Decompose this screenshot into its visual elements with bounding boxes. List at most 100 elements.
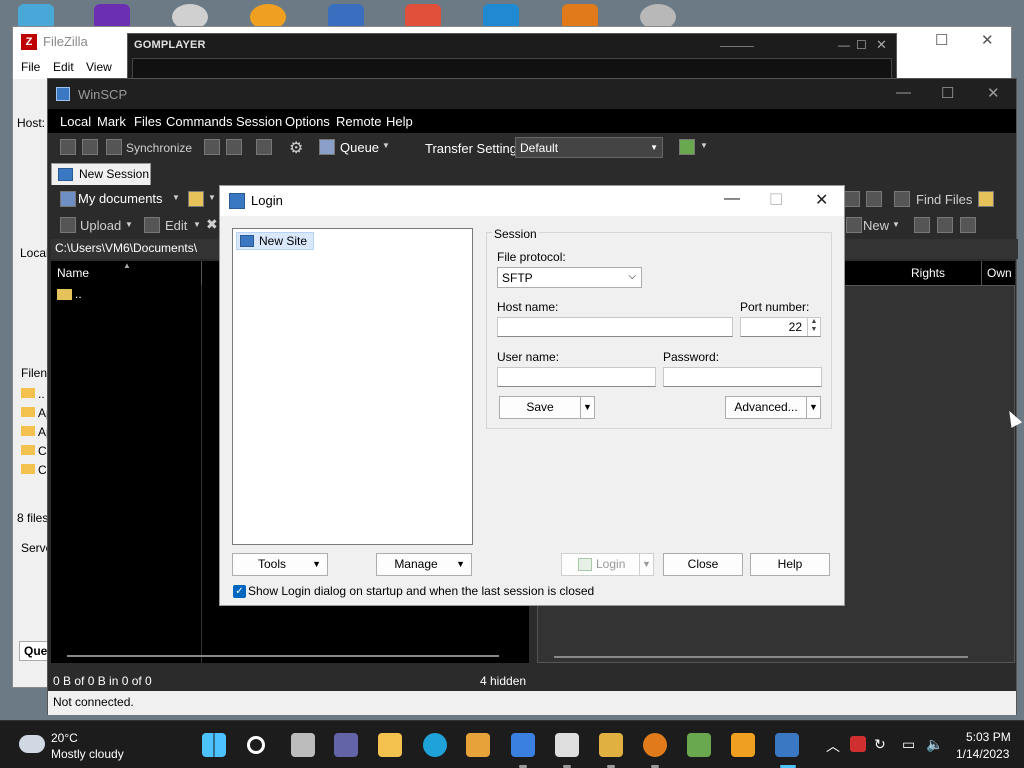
weather-cloud-icon[interactable] <box>19 735 45 753</box>
minimize-button[interactable]: — <box>896 84 911 101</box>
hidden-files-status[interactable]: 4 hidden <box>480 674 526 688</box>
queue-button[interactable]: Queue <box>340 140 379 155</box>
menu-file[interactable]: File <box>21 60 40 74</box>
user-name-input[interactable] <box>497 367 656 387</box>
weather-temperature[interactable]: 20°C <box>51 731 78 745</box>
menu-edit[interactable]: Edit <box>53 60 74 74</box>
transfer-settings-select[interactable]: Default ▼ <box>515 137 663 158</box>
session-icon[interactable] <box>679 139 695 155</box>
file-explorer-icon[interactable] <box>378 733 402 757</box>
network-icon[interactable]: ▭ <box>902 736 915 753</box>
edit-dropdown-icon[interactable]: ▼ <box>193 220 201 229</box>
toolbar-compare-icon[interactable] <box>60 139 76 155</box>
minimize-button[interactable]: — <box>724 190 740 208</box>
winscp-icon[interactable] <box>775 733 799 757</box>
app-icon[interactable] <box>731 733 755 757</box>
app-icon[interactable] <box>511 733 535 757</box>
column-separator[interactable] <box>201 261 202 285</box>
close-dialog-button[interactable]: Close <box>663 553 743 576</box>
toolbar-icon[interactable] <box>914 217 930 233</box>
column-rights[interactable]: Rights <box>911 266 945 280</box>
synchronize-button[interactable]: Synchronize <box>126 141 192 155</box>
close-icon[interactable]: ✕ <box>876 37 887 53</box>
queue-icon[interactable] <box>319 139 335 155</box>
refresh-icon[interactable] <box>866 191 882 207</box>
upload-dropdown-icon[interactable]: ▼ <box>125 220 133 229</box>
menu-session[interactable]: Session <box>236 114 282 129</box>
startup-checkbox[interactable]: ✓ <box>233 585 246 598</box>
upload-button[interactable]: Upload <box>80 218 121 233</box>
toolbar-icon[interactable] <box>960 217 976 233</box>
volume-icon[interactable]: 🔈 <box>926 736 943 753</box>
home-icon[interactable] <box>844 191 860 207</box>
find-files-icon[interactable] <box>894 191 910 207</box>
save-dropdown-icon[interactable]: ▼ <box>580 397 594 418</box>
app-icon[interactable] <box>687 733 711 757</box>
menu-view[interactable]: View <box>86 60 112 74</box>
edit-icon[interactable] <box>144 217 160 233</box>
new-button[interactable]: New <box>863 218 889 233</box>
app-icon[interactable] <box>599 733 623 757</box>
column-name[interactable]: Name <box>57 266 89 280</box>
login-dialog[interactable]: Login — ☐ ✕ New Site Session File protoc… <box>219 185 845 606</box>
winscp-title-bar[interactable]: WinSCP — ☐ ✕ <box>48 79 1016 109</box>
dropdown-icon[interactable]: ▼ <box>700 141 708 150</box>
minimize-icon[interactable]: — <box>838 38 850 52</box>
new-dropdown-icon[interactable]: ▼ <box>892 220 900 229</box>
maximize-icon[interactable]: ☐ <box>856 38 867 52</box>
site-tree[interactable]: New Site <box>232 228 473 545</box>
host-name-input[interactable] <box>497 317 733 337</box>
weather-description[interactable]: Mostly cloudy <box>51 747 124 761</box>
close-button[interactable]: ✕ <box>987 84 1000 102</box>
tree-icon[interactable] <box>978 191 994 207</box>
port-spinner[interactable]: ▲ ▼ <box>807 318 820 336</box>
horizontal-scrollbar[interactable] <box>554 656 968 658</box>
filename-column[interactable]: Filen <box>21 366 47 380</box>
column-owner[interactable]: Own <box>987 266 1012 280</box>
start-icon[interactable] <box>202 733 226 757</box>
help-button[interactable]: Help <box>750 553 830 576</box>
upload-icon[interactable] <box>60 217 76 233</box>
queue-dropdown-icon[interactable]: ▼ <box>382 141 390 150</box>
chevron-up-icon[interactable]: ︿ <box>826 736 840 756</box>
site-item-new-site[interactable]: New Site <box>236 232 315 250</box>
menu-options[interactable]: Options <box>285 114 330 129</box>
toolbar-icon[interactable] <box>937 217 953 233</box>
volume-slider[interactable] <box>720 46 754 47</box>
menu-mark[interactable]: Mark <box>97 114 126 129</box>
maximize-button[interactable]: ☐ <box>935 31 948 49</box>
menu-commands[interactable]: Commands <box>166 114 232 129</box>
dropdown-icon[interactable]: ▼ <box>208 193 216 202</box>
startup-checkbox-label[interactable]: Show Login dialog on startup and when th… <box>248 584 594 598</box>
sync-icon[interactable]: ↻ <box>874 736 886 753</box>
manage-button[interactable]: Manage ▼ <box>376 553 472 576</box>
synchronize-icon[interactable] <box>106 139 122 155</box>
tray-app-icon[interactable] <box>850 736 866 752</box>
open-folder-icon[interactable] <box>188 191 204 207</box>
port-number-input[interactable]: 22 ▲ ▼ <box>740 317 821 337</box>
clock-time[interactable]: 5:03 PM <box>966 730 1011 744</box>
location-select[interactable]: My documents <box>78 191 163 206</box>
menu-files[interactable]: Files <box>134 114 161 129</box>
find-files-button[interactable]: Find Files <box>916 192 972 207</box>
maximize-button[interactable]: ☐ <box>941 84 954 102</box>
delete-icon[interactable]: ✖ <box>206 216 218 233</box>
toolbar-icon[interactable] <box>204 139 220 155</box>
meet-icon[interactable] <box>334 733 358 757</box>
tools-button[interactable]: Tools ▼ <box>232 553 328 576</box>
search-app-icon[interactable] <box>643 733 667 757</box>
file-item[interactable]: .. <box>21 387 45 401</box>
toolbar-sync-browse-icon[interactable] <box>82 139 98 155</box>
menu-help[interactable]: Help <box>386 114 413 129</box>
tab-new-session[interactable]: New Session <box>51 163 151 185</box>
save-button[interactable]: Save ▼ <box>499 396 595 419</box>
clock-date[interactable]: 1/14/2023 <box>956 747 1009 761</box>
advanced-button[interactable]: Advanced... ▼ <box>725 396 821 419</box>
toolbar-icon[interactable] <box>226 139 242 155</box>
search-icon[interactable] <box>247 736 265 754</box>
task-view-icon[interactable] <box>291 733 315 757</box>
app-icon[interactable] <box>555 733 579 757</box>
store-icon[interactable] <box>466 733 490 757</box>
menu-local[interactable]: Local <box>60 114 91 129</box>
edit-button[interactable]: Edit <box>165 218 187 233</box>
